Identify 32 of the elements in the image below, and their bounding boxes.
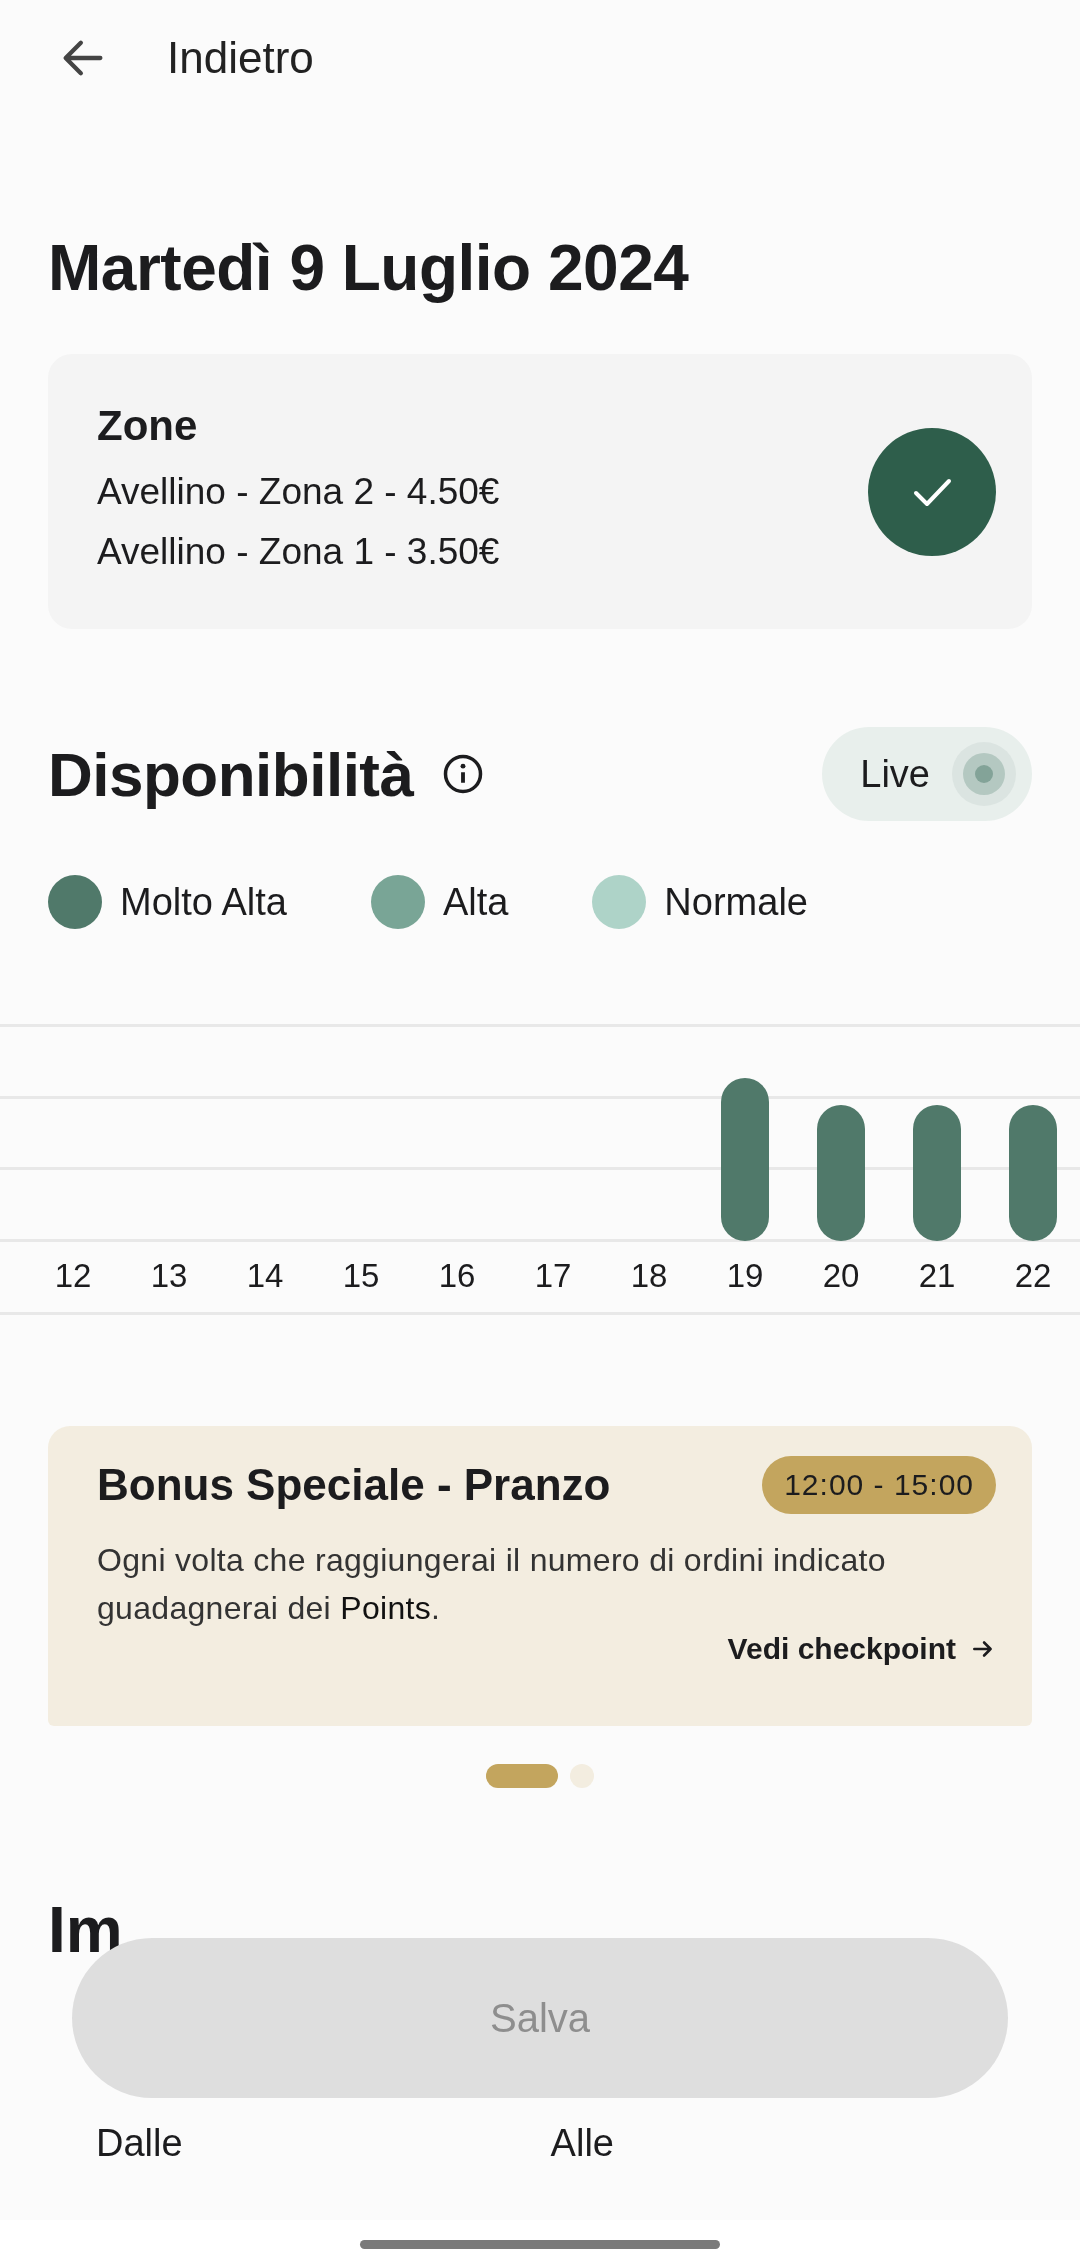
legend-label: Normale [664, 880, 808, 924]
hour-label: 14 [246, 1257, 284, 1295]
hour-label: 12 [54, 1257, 92, 1295]
time-badge: 12:00 - 15:00 [762, 1456, 996, 1514]
bonus-description: Ogni volta che raggiungerai il numero di ordini indicato guadagnerai dei Points. [97, 1541, 887, 1628]
hour-label: 17 [534, 1257, 572, 1295]
legend-label: Alta [442, 880, 509, 924]
zone-card[interactable]: Zone Avellino - Zona 2 - 4.50€ Avellino - Zona 1 - 3.50€ [48, 354, 1032, 629]
info-icon[interactable] [441, 753, 484, 795]
page-indicator[interactable] [486, 1764, 558, 1788]
checkpoint-link[interactable]: Vedi checkpoint [727, 1632, 956, 1666]
hour-label: 16 [438, 1257, 476, 1295]
zone-item: Avellino - Zona 2 - 4.50€ [97, 469, 501, 514]
hour-label: 15 [342, 1257, 380, 1295]
hour-label: 13 [150, 1257, 188, 1295]
live-indicator-icon [952, 742, 1016, 806]
zone-title: Zone [97, 401, 199, 450]
hour-label: 20 [822, 1257, 860, 1295]
hour-label: 19 [726, 1257, 764, 1295]
bonus-title: Bonus Speciale - Pranzo [97, 1460, 611, 1510]
from-label: Dalle [96, 2122, 183, 2165]
home-indicator[interactable] [360, 2239, 720, 2249]
hour-label: 21 [918, 1257, 956, 1295]
availability-title: Disponibilità [48, 738, 414, 810]
legend-label: Molto Alta [120, 880, 287, 924]
back-label[interactable]: Indietro [167, 33, 314, 83]
zone-item: Avellino - Zona 1 - 3.50€ [97, 529, 501, 574]
hour-label: 18 [630, 1257, 668, 1295]
to-label: Alle [550, 2122, 614, 2165]
bonus-card[interactable]: Bonus Speciale - Pranzo 12:00 - 15:00 Ogni volta che raggiungerai il numero di ordini indicato guadagnerai dei Points. Vedi checkpoint [48, 1426, 1032, 1726]
hour-label: 22 [1014, 1257, 1052, 1295]
live-toggle[interactable]: Live [822, 727, 1032, 821]
